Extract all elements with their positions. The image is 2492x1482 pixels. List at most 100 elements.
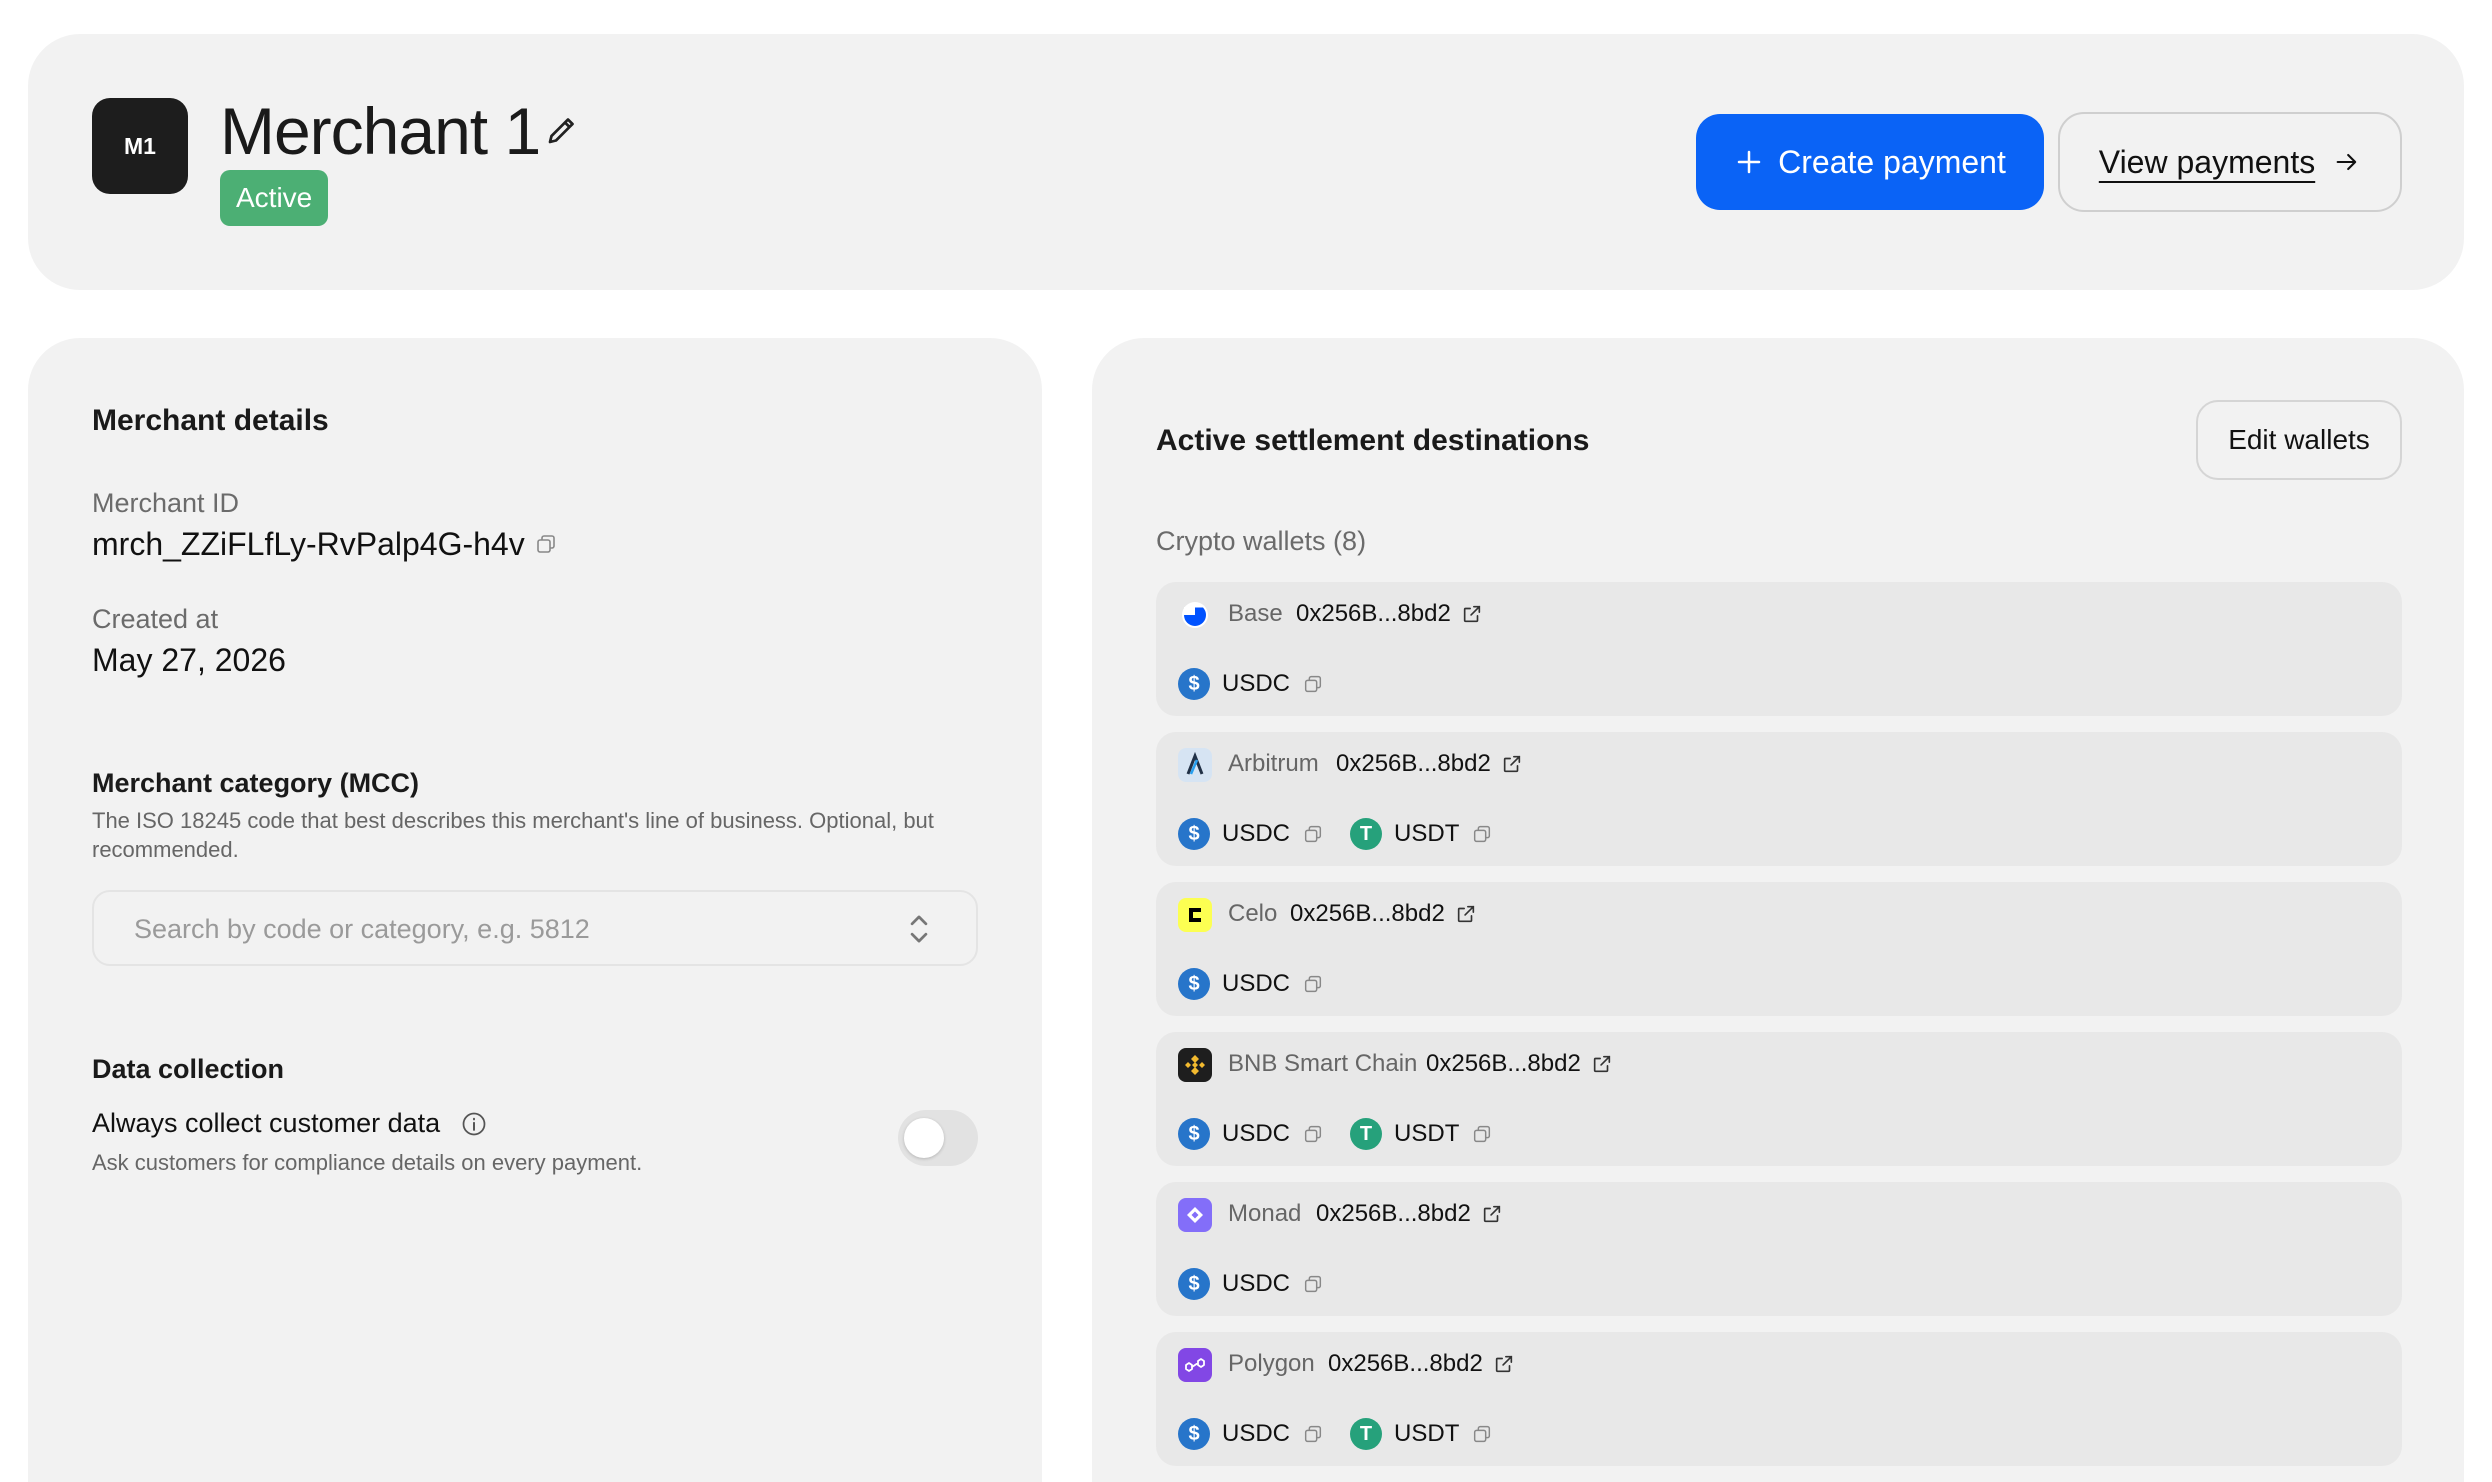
usdc-icon: $ (1178, 1418, 1210, 1450)
celo-icon (1178, 898, 1212, 932)
usdc-icon: $ (1178, 968, 1210, 1000)
token-label: USDT (1394, 820, 1460, 847)
copy-icon[interactable] (1471, 1423, 1493, 1445)
merchant-id-label: Merchant ID (92, 488, 240, 518)
usdc-icon: $ (1178, 818, 1210, 850)
wallet-address[interactable]: 0x256B...8bd2 (1426, 1050, 1613, 1078)
token-usdc: $ USDC (1178, 668, 1324, 700)
merchant-avatar: M1 (92, 98, 188, 194)
address-text: 0x256B...8bd2 (1290, 900, 1445, 927)
wallet-row: Celo 0x256B...8bd2 $ USDC (1156, 882, 2402, 1016)
usdc-icon: $ (1178, 1118, 1210, 1150)
token-label: USDC (1222, 1270, 1291, 1297)
merchant-details-panel: Merchant details Merchant ID mrch_ZZiFLf… (28, 338, 1042, 1482)
copy-icon[interactable] (1302, 1423, 1324, 1445)
address-text: 0x256B...8bd2 (1316, 1200, 1471, 1227)
copy-icon[interactable] (1471, 1123, 1493, 1145)
token-usdc: $ USDC (1178, 1118, 1324, 1150)
token-usdc: $ USDC (1178, 818, 1324, 850)
token-usdc: $ USDC (1178, 1268, 1324, 1300)
wallet-row: Arbitrum 0x256B...8bd2 $ USDC T USDT (1156, 732, 2402, 866)
wallet-list: Base 0x256B...8bd2 $ USDC Arbitrum 0x256… (1156, 582, 2402, 1482)
token-usdt: T USDT (1350, 818, 1493, 850)
status-badge: Active (220, 170, 329, 226)
merchant-header: M1 Merchant 1 Active Create payment View… (28, 34, 2464, 290)
address-text: 0x256B...8bd2 (1296, 600, 1451, 627)
merchant-name: Merchant 1 (220, 94, 541, 168)
base-icon (1178, 598, 1212, 632)
created-at-value: May 27, 2026 (92, 642, 286, 678)
wallet-address[interactable]: 0x256B...8bd2 (1336, 750, 1523, 778)
wallet-row: Monad 0x256B...8bd2 $ USDC (1156, 1182, 2402, 1316)
collect-data-label: Always collect customer data (92, 1108, 441, 1138)
mcc-description: The ISO 18245 code that best describes t… (92, 808, 934, 862)
mcc-title: Merchant category (MCC) (92, 768, 420, 798)
copy-icon[interactable] (1302, 1273, 1324, 1295)
data-collection-title: Data collection (92, 1054, 285, 1084)
mcc-search-input[interactable] (134, 910, 894, 948)
copy-icon[interactable] (1471, 823, 1493, 845)
external-link-icon[interactable] (1501, 753, 1523, 775)
usdt-icon: T (1350, 818, 1383, 850)
external-link-icon[interactable] (1493, 1353, 1515, 1375)
copy-icon[interactable] (1302, 823, 1324, 845)
external-link-icon[interactable] (1481, 1203, 1503, 1225)
token-label: USDT (1394, 1120, 1460, 1147)
chain-name: Celo (1228, 900, 1278, 927)
chain-name: Polygon (1228, 1350, 1315, 1377)
settlement-destinations-panel: Active settlement destinations Edit wall… (1092, 338, 2464, 1482)
token-usdt: T USDT (1350, 1118, 1493, 1150)
wallet-row: BNB Smart Chain 0x256B...8bd2 $ USDC T U… (1156, 1032, 2402, 1166)
chain-name: Monad (1228, 1200, 1302, 1227)
wallet-row: Base 0x256B...8bd2 $ USDC (1156, 582, 2402, 716)
copy-icon[interactable] (1302, 1123, 1324, 1145)
bnb-icon (1178, 1048, 1212, 1082)
view-payments-label: View payments (2098, 143, 2316, 180)
polygon-icon (1178, 1348, 1212, 1382)
create-payment-button[interactable]: Create payment (1696, 114, 2044, 210)
info-icon[interactable] (460, 1110, 488, 1138)
pencil-icon[interactable] (544, 112, 580, 148)
copy-icon[interactable] (1302, 973, 1324, 995)
edit-wallets-button[interactable]: Edit wallets (2196, 400, 2402, 480)
copy-icon[interactable] (1302, 673, 1324, 695)
collect-data-toggle[interactable] (898, 1110, 978, 1166)
copy-icon[interactable] (534, 532, 558, 556)
chain-name: BNB Smart Chain (1228, 1050, 1418, 1077)
external-link-icon[interactable] (1591, 1053, 1613, 1075)
arbitrum-icon (1178, 748, 1212, 782)
wallet-address[interactable]: 0x256B...8bd2 (1316, 1200, 1503, 1228)
external-link-icon[interactable] (1461, 603, 1483, 625)
address-text: 0x256B...8bd2 (1328, 1350, 1483, 1377)
token-usdt: T USDT (1350, 1418, 1493, 1450)
external-link-icon[interactable] (1455, 903, 1477, 925)
chain-name: Base (1228, 600, 1283, 627)
chain-name: Arbitrum (1228, 750, 1319, 777)
plus-icon (1737, 150, 1761, 174)
address-text: 0x256B...8bd2 (1336, 750, 1491, 777)
address-text: 0x256B...8bd2 (1426, 1050, 1581, 1077)
created-at-label: Created at (92, 604, 219, 634)
wallet-address[interactable]: 0x256B...8bd2 (1328, 1350, 1515, 1378)
arrow-right-icon (2336, 153, 2357, 171)
chevron-up-down-icon (910, 915, 928, 943)
view-payments-button[interactable]: View payments (2058, 112, 2402, 212)
usdt-icon: T (1350, 1118, 1383, 1150)
token-label: USDC (1222, 820, 1291, 847)
token-label: USDC (1222, 1120, 1291, 1147)
collect-data-description: Ask customers for compliance details on … (92, 1150, 643, 1175)
token-label: USDC (1222, 970, 1291, 997)
token-label: USDT (1394, 1420, 1460, 1447)
merchant-id-value: mrch_ZZiFLfLy-RvPalp4G-h4v (92, 526, 525, 562)
crypto-wallets-subtitle: Crypto wallets (8) (1156, 526, 1367, 556)
monad-icon (1178, 1198, 1212, 1232)
usdc-icon: $ (1178, 1268, 1210, 1300)
merchant-details-title: Merchant details (92, 404, 329, 437)
mcc-search-select[interactable] (92, 890, 978, 966)
create-payment-label: Create payment (1778, 143, 2006, 180)
wallet-address[interactable]: 0x256B...8bd2 (1296, 600, 1483, 628)
wallet-address[interactable]: 0x256B...8bd2 (1290, 900, 1477, 928)
usdt-icon: T (1350, 1418, 1383, 1450)
token-usdc: $ USDC (1178, 1418, 1324, 1450)
token-label: USDC (1222, 1420, 1291, 1447)
